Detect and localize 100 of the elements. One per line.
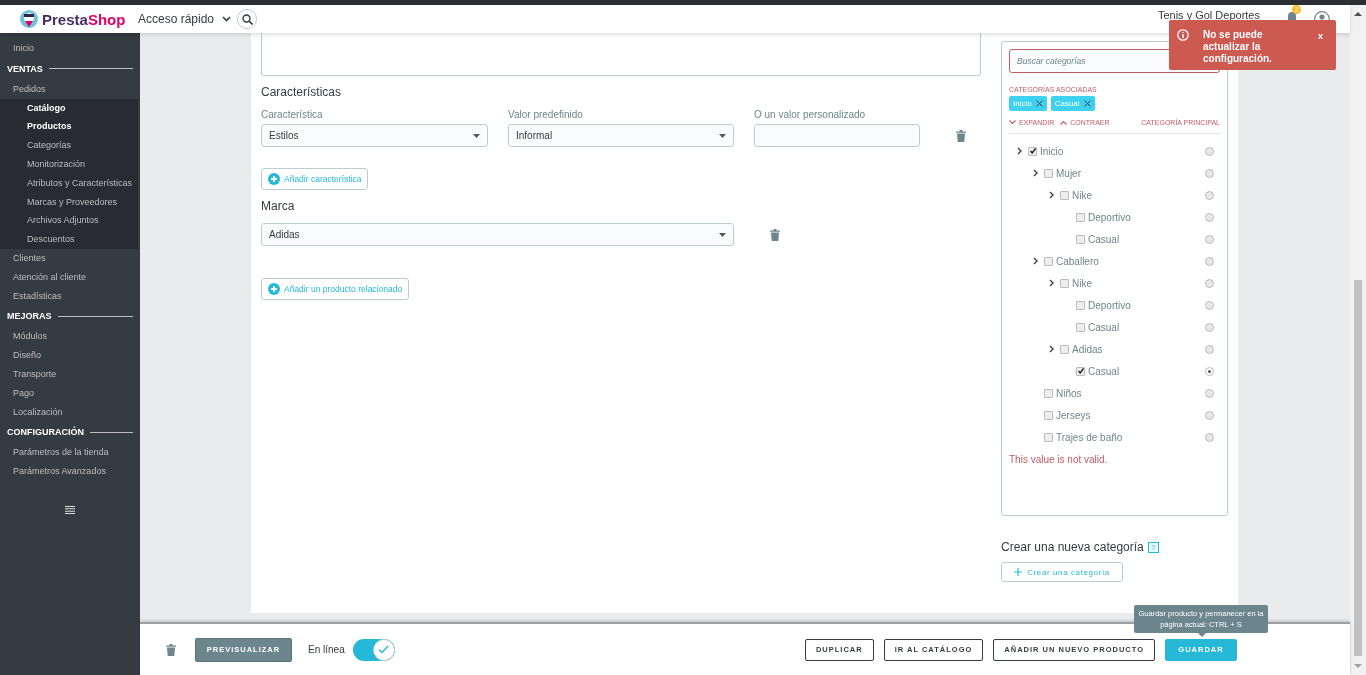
checkbox[interactable] (1060, 344, 1069, 354)
chevron-up-icon[interactable] (1060, 120, 1068, 125)
sidebar-subitem[interactable]: Descuentos (0, 230, 138, 249)
chevron-right-icon[interactable] (1049, 345, 1054, 353)
info-icon (1177, 29, 1189, 41)
quick-access-menu[interactable]: Acceso rápido (138, 12, 215, 26)
main-category-radio[interactable] (1205, 322, 1214, 332)
category-label[interactable]: Jerseys (1056, 409, 1091, 421)
checkbox[interactable] (1060, 278, 1069, 288)
caret-icon (473, 133, 480, 138)
trash-icon[interactable] (770, 228, 780, 241)
checkbox[interactable] (1076, 212, 1085, 222)
sidebar-item[interactable]: Estadísticas (0, 286, 140, 306)
description-field[interactable] (261, 33, 981, 76)
sidebar-item[interactable]: Parámetros de la tienda (0, 443, 140, 463)
sidebar-item[interactable]: Parámetros Avanzados (0, 462, 140, 481)
category-label[interactable]: Casual (1088, 233, 1120, 245)
chevron-right-icon[interactable] (1049, 279, 1054, 287)
category-label[interactable]: Niños (1056, 387, 1082, 399)
main-category-radio[interactable] (1205, 234, 1214, 244)
category-label[interactable]: Deportivo (1088, 211, 1131, 223)
sidebar-subitem[interactable]: Categorías (0, 136, 138, 155)
feature-select[interactable]: Estilos (261, 124, 488, 147)
menu-icon[interactable] (65, 505, 75, 514)
plus-circle-icon (268, 173, 280, 185)
checkbox[interactable] (1044, 388, 1053, 398)
checkbox[interactable] (1044, 256, 1053, 266)
chevron-right-icon[interactable] (1017, 147, 1022, 155)
trash-icon[interactable] (956, 129, 966, 142)
plus-circle-icon (268, 283, 280, 295)
main-category-radio[interactable] (1205, 168, 1214, 178)
chevron-right-icon[interactable] (1033, 257, 1038, 265)
sidebar-subitem[interactable]: Marcas y Proveedores (0, 192, 138, 212)
sidebar-item[interactable]: Localización (0, 402, 140, 422)
category-label[interactable]: Mujer (1056, 167, 1081, 179)
main-category-radio[interactable] (1205, 344, 1214, 354)
sidebar-item[interactable]: Módulos (0, 327, 140, 347)
category-label[interactable]: Deportivo (1088, 299, 1131, 311)
section-heading: CONFIGURACIÓN (7, 427, 84, 438)
column-label: O un valor personalizado (754, 109, 867, 120)
sidebar-item[interactable]: Inicio (0, 39, 140, 58)
sidebar-item[interactable]: Catálogo (0, 98, 138, 118)
sidebar-item[interactable]: Diseño (0, 346, 140, 365)
custom-value-field[interactable] (754, 124, 920, 147)
validation-error: This value is not valid. (1009, 454, 1109, 465)
column-label: Característica (261, 109, 324, 120)
sidebar-subitem[interactable]: Monitorización (0, 155, 138, 174)
column-label: Valor predefinido (508, 109, 584, 120)
checkbox[interactable] (1076, 322, 1085, 332)
chevron-down-icon[interactable] (222, 16, 232, 22)
sidebar-item[interactable]: Transporte (0, 364, 140, 384)
checkbox[interactable] (1044, 168, 1053, 178)
main-category-radio[interactable] (1205, 212, 1214, 222)
caret-icon (719, 133, 726, 138)
main-category-radio[interactable] (1205, 256, 1214, 266)
section-title: Crear una nueva categoría (1001, 540, 1144, 554)
main-category-radio[interactable] (1205, 366, 1214, 376)
value-select[interactable]: Informal (508, 124, 734, 147)
sidebar-item[interactable]: Pedidos (0, 79, 140, 99)
close-icon[interactable] (1035, 100, 1043, 107)
check-icon (378, 645, 390, 654)
online-toggle[interactable] (352, 638, 395, 661)
chevron-right-icon[interactable] (1049, 191, 1054, 199)
main-category-radio[interactable] (1205, 432, 1214, 442)
category-label[interactable]: Trajes de baño (1056, 431, 1123, 443)
close-icon[interactable] (1083, 100, 1091, 107)
category-label[interactable]: Inicio (1040, 145, 1064, 157)
prestashop-logo[interactable]: PrestaShop (20, 10, 138, 28)
main-category-radio[interactable] (1205, 410, 1214, 420)
sidebar-subitem[interactable]: Archivos Adjuntos (0, 211, 138, 231)
trash-icon[interactable] (166, 643, 176, 656)
section-title: Marca (261, 199, 296, 214)
checkbox[interactable] (1076, 234, 1085, 244)
category-label[interactable]: Caballero (1056, 255, 1099, 267)
section-heading: VENTAS (7, 63, 43, 74)
checkbox[interactable] (1076, 300, 1085, 310)
category-label[interactable]: Casual (1088, 365, 1120, 377)
brand-select[interactable]: Adidas (261, 223, 734, 246)
close-button[interactable]: x (1318, 31, 1323, 70)
main-category-radio[interactable] (1205, 388, 1214, 398)
sidebar-item[interactable]: Pago (0, 383, 140, 403)
checkbox[interactable] (1028, 146, 1037, 156)
main-category-radio[interactable] (1205, 190, 1214, 200)
sidebar-subitem[interactable]: Atributos y Características (0, 173, 138, 193)
checkbox[interactable] (1044, 432, 1053, 442)
category-label[interactable]: Nike (1072, 189, 1092, 201)
sidebar-item[interactable]: Clientes (0, 248, 140, 268)
category-label[interactable]: Adidas (1072, 343, 1103, 355)
scrollbar[interactable] (1350, 5, 1366, 675)
main-category-radio[interactable] (1205, 300, 1214, 310)
category-label[interactable]: Nike (1072, 277, 1092, 289)
sidebar-subitem[interactable]: Productos (0, 117, 138, 137)
category-label[interactable]: Casual (1088, 321, 1120, 333)
sidebar-item[interactable]: Atención al cliente (0, 267, 140, 287)
chevron-right-icon[interactable] (1033, 169, 1038, 177)
main-category-radio[interactable] (1205, 146, 1214, 156)
main-category-radio[interactable] (1205, 278, 1214, 288)
checkbox[interactable] (1076, 366, 1085, 376)
checkbox[interactable] (1044, 410, 1053, 420)
checkbox[interactable] (1060, 190, 1069, 200)
